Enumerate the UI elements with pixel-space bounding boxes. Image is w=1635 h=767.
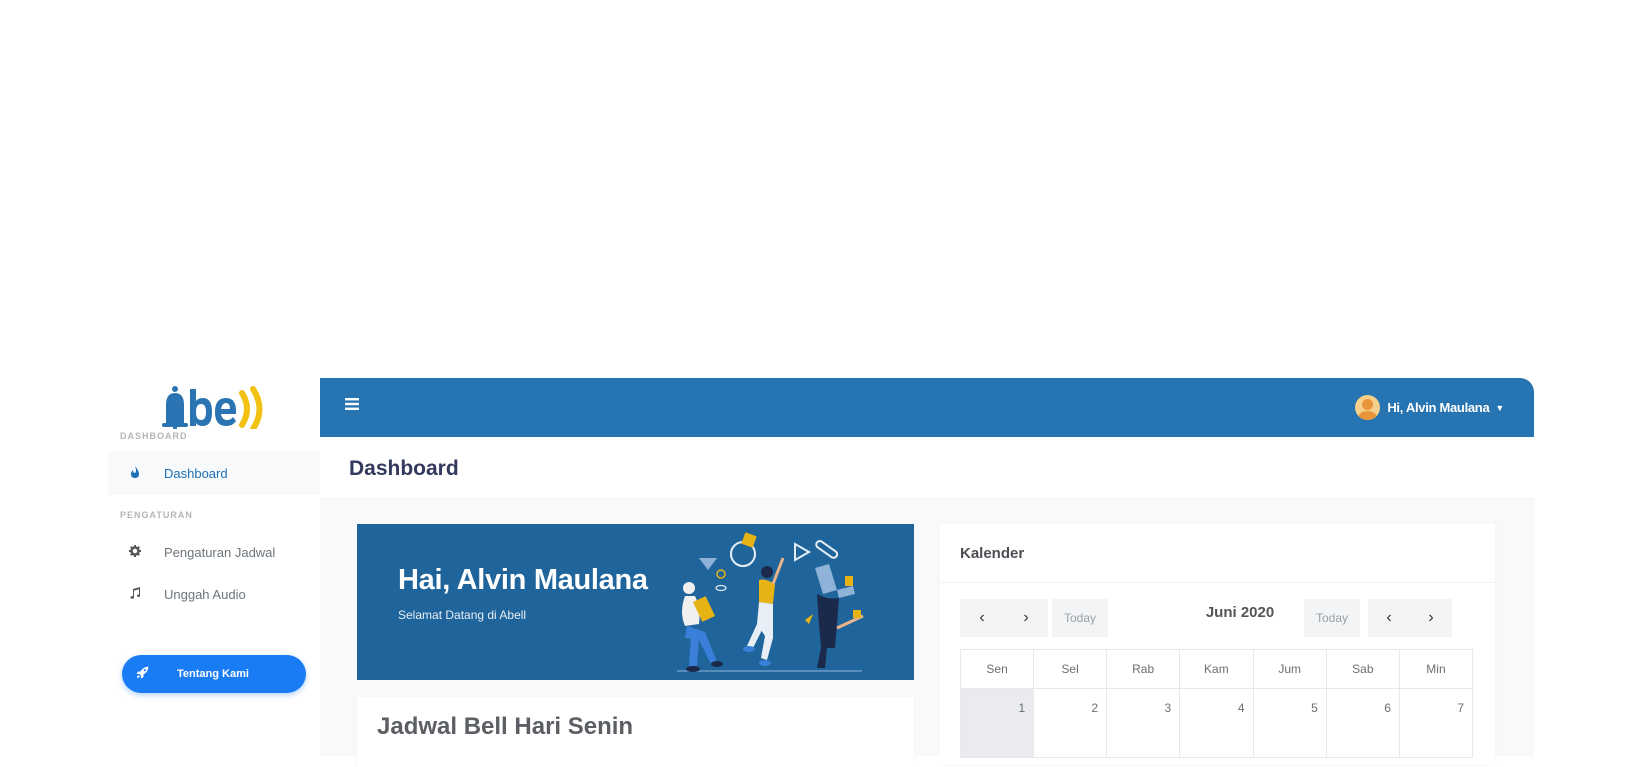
weekday-header: Sen bbox=[959, 649, 1035, 689]
sidebar-item-unggah-audio[interactable]: Unggah Audio bbox=[108, 572, 320, 616]
calendar-grid: Sen Sel Rab Kam Jum Sab Min 1 2 3 4 5 6 bbox=[959, 649, 1474, 758]
calendar-day-cell[interactable]: 6 bbox=[1325, 688, 1400, 758]
today-button-right[interactable]: Today bbox=[1304, 599, 1360, 637]
weekday-header-row: Sen Sel Rab Kam Jum Sab Min bbox=[959, 649, 1474, 689]
about-us-button[interactable]: Tentang Kami bbox=[122, 655, 306, 693]
fire-icon bbox=[128, 465, 142, 481]
calendar-day-cell[interactable]: 5 bbox=[1252, 688, 1327, 758]
chevron-right-icon[interactable]: › bbox=[1428, 609, 1433, 627]
page-title: Dashboard bbox=[349, 457, 459, 480]
weekday-header: Sel bbox=[1033, 649, 1108, 689]
weekday-header: Sab bbox=[1325, 649, 1400, 689]
calendar-card: Kalender ‹ › Today Juni 2020 Today ‹ › S… bbox=[940, 524, 1495, 764]
sidebar-item-label: Unggah Audio bbox=[164, 586, 246, 602]
chevron-left-icon[interactable]: ‹ bbox=[1386, 609, 1391, 627]
calendar-day-cell[interactable]: 3 bbox=[1106, 688, 1181, 758]
sidebar-item-label: Pengaturan Jadwal bbox=[164, 544, 276, 560]
avatar bbox=[1355, 395, 1381, 420]
calendar-day-cell[interactable]: 2 bbox=[1033, 688, 1108, 758]
weekday-header: Kam bbox=[1179, 649, 1254, 689]
user-greeting: Hi, Alvin Maulana bbox=[1387, 400, 1490, 415]
calendar-week-row: 1 2 3 4 5 6 7 bbox=[959, 688, 1474, 758]
page-header: Dashboard bbox=[320, 437, 1534, 499]
calendar-day-cell-today[interactable]: 1 bbox=[959, 688, 1035, 758]
weekday-header: Rab bbox=[1106, 649, 1181, 689]
main-content: Hai, Alvin Maulana Selamat Datang di Abe… bbox=[320, 499, 1534, 767]
hamburger-icon[interactable] bbox=[345, 395, 359, 415]
sidebar-item-pengaturan-jadwal[interactable]: Pengaturan Jadwal bbox=[108, 530, 320, 574]
sidebar-item-dashboard[interactable]: Dashboard bbox=[108, 451, 320, 495]
sidebar: DASHBOARD Dashboard PENGATURAN Pengatura… bbox=[108, 375, 320, 756]
schedule-card: Jadwal Bell Hari Senin bbox=[357, 697, 914, 767]
calendar-title: Kalender bbox=[960, 545, 1025, 562]
calendar-day-cell[interactable]: 4 bbox=[1179, 688, 1254, 758]
calendar-month-label: Juni 2020 bbox=[1205, 604, 1275, 621]
top-navbar: Hi, Alvin Maulana ▼ bbox=[320, 378, 1534, 437]
schedule-title: Jadwal Bell Hari Senin bbox=[377, 713, 634, 740]
calendar-nav-group-left: ‹ › bbox=[960, 599, 1048, 637]
sidebar-item-label: Dashboard bbox=[164, 465, 228, 481]
section-label-dashboard: DASHBOARD bbox=[120, 431, 188, 441]
dancing-people-illustration bbox=[677, 532, 864, 672]
user-menu-dropdown[interactable]: Hi, Alvin Maulana ▼ bbox=[1355, 395, 1504, 420]
calendar-day-cell[interactable]: 7 bbox=[1398, 688, 1474, 758]
about-us-label: Tentang Kami bbox=[177, 668, 249, 680]
calendar-header: Kalender bbox=[940, 524, 1495, 583]
caret-down-icon: ▼ bbox=[1495, 402, 1504, 413]
weekday-header: Jum bbox=[1252, 649, 1327, 689]
chevron-right-icon[interactable]: › bbox=[1023, 609, 1028, 627]
hero-title: Hai, Alvin Maulana bbox=[398, 564, 648, 596]
today-button-left[interactable]: Today bbox=[1052, 599, 1108, 637]
hero-subtitle: Selamat Datang di Abell bbox=[398, 608, 527, 622]
logo-icon bbox=[162, 386, 263, 429]
weekday-header: Min bbox=[1398, 649, 1474, 689]
calendar-nav-group-right: ‹ › bbox=[1368, 599, 1452, 637]
chevron-left-icon[interactable]: ‹ bbox=[979, 609, 984, 627]
music-icon bbox=[128, 586, 142, 602]
welcome-banner: Hai, Alvin Maulana Selamat Datang di Abe… bbox=[357, 524, 914, 680]
app-logo[interactable] bbox=[160, 379, 278, 429]
gear-icon bbox=[128, 544, 142, 560]
rocket-icon bbox=[136, 666, 149, 682]
section-label-pengaturan: PENGATURAN bbox=[120, 510, 193, 520]
